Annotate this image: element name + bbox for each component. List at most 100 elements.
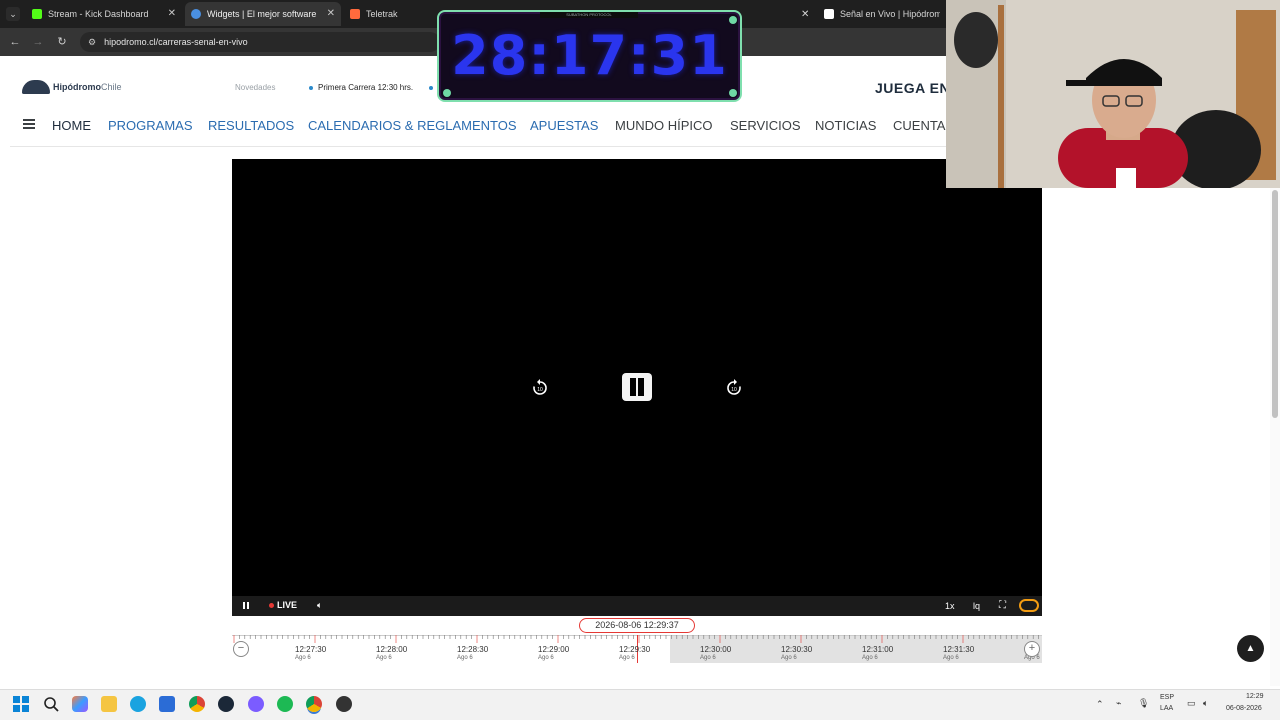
timeline-date-label: Ago 6 [457, 655, 473, 661]
tab-kick-dashboard[interactable]: Stream - Kick Dashboard ✕ [26, 2, 182, 26]
nav-noticias[interactable]: NOTICIAS [815, 118, 876, 133]
speaker-icon[interactable]: 🔈︎ [1203, 698, 1208, 709]
close-icon[interactable]: ✕ [168, 8, 176, 19]
nav-label: HOME [52, 118, 91, 133]
webcam-overlay [946, 0, 1280, 188]
microphone-icon[interactable]: 🎙︎ [1138, 698, 1149, 709]
nav-label: CALENDARIOS & REGLAMENTOS [308, 118, 517, 133]
nav-label: NOTICIAS [815, 118, 877, 133]
clock-date[interactable]: 06-08-2026 [1226, 705, 1262, 712]
tab-widgets[interactable]: Widgets | El mejor software pa ✕ [185, 2, 341, 26]
nav-calendarios[interactable]: CALENDARIOS & REGLAMENTOS [308, 118, 517, 133]
tab-label: Widgets | El mejor software pa [207, 9, 317, 19]
tab-close-partial[interactable]: ✕ [795, 2, 811, 26]
nav-servicios[interactable]: SERVICIOS [730, 118, 801, 133]
timeline-date-label: Ago 6 [538, 655, 554, 661]
back-arrow-icon[interactable]: ← [8, 35, 22, 49]
scrollbar-thumb[interactable] [1272, 190, 1278, 418]
nav-apuestas[interactable]: APUESTAS [530, 118, 598, 133]
nav-mundo-hipico[interactable]: MUNDO HÍPICO [615, 118, 713, 133]
language-bottom[interactable]: LAA [1160, 705, 1173, 712]
steam-icon[interactable] [218, 696, 234, 712]
chrome-active-icon[interactable] [306, 696, 322, 712]
nav-home[interactable]: HOME [52, 118, 91, 133]
widgets-icon [191, 9, 201, 19]
language-top[interactable]: ESP [1160, 694, 1174, 701]
display-icon[interactable]: ▭ [1187, 698, 1196, 709]
tab-label: Señal en Vivo | Hipódromo Ch [840, 9, 940, 19]
news-ticker-item[interactable]: Primera Carrera 12:30 hrs. [309, 83, 413, 92]
nav-cuenta[interactable]: CUENTA [893, 118, 946, 133]
timeline-time-label: 12:31:00 [862, 645, 894, 654]
obs-icon[interactable] [336, 696, 352, 712]
discord-icon[interactable] [248, 696, 264, 712]
timeline-zoom-in-button[interactable]: + [1024, 641, 1040, 657]
timeline-date-label: Ago 6 [295, 655, 311, 661]
timeline-time-label: 12:30:30 [781, 645, 813, 654]
copilot-icon[interactable] [72, 696, 88, 712]
search-icon[interactable] [43, 696, 59, 712]
nav-label: PROGRAMAS [108, 118, 193, 133]
teletrak-icon [350, 9, 360, 19]
timeline-time-label: 12:29:30 [619, 645, 651, 654]
gem-icon [443, 89, 451, 97]
timeline-date-label: Ago 6 [619, 655, 635, 661]
logo-mark-icon [22, 80, 50, 94]
scroll-to-top-button[interactable]: ▲ [1237, 635, 1264, 662]
file-explorer-icon[interactable] [101, 696, 117, 712]
nav-programas[interactable]: PROGRAMAS [108, 118, 193, 133]
pause-icon[interactable] [241, 600, 251, 612]
fullscreen-icon[interactable]: ⛶ [999, 600, 1006, 611]
bullet-icon [429, 85, 433, 90]
close-icon[interactable]: ✕ [801, 9, 809, 20]
clock-time[interactable]: 12:29 [1246, 693, 1264, 700]
reload-icon[interactable]: ↻ [55, 35, 69, 49]
kick-icon [32, 9, 42, 19]
live-dot-icon [269, 602, 274, 608]
nav-label: MUNDO HÍPICO [615, 118, 713, 133]
site-info-icon[interactable]: ⚙ [88, 37, 96, 48]
live-label: LIVE [277, 600, 298, 610]
network-icon[interactable]: ⌁ [1116, 698, 1121, 709]
bullet-icon [309, 85, 313, 90]
rewind-10-icon[interactable]: 10 [530, 378, 550, 398]
tray-chevron-icon[interactable]: ⌃ [1096, 699, 1104, 710]
nav-label: APUESTAS [530, 118, 599, 133]
cta-heading[interactable]: JUEGA EN [875, 80, 950, 96]
gem-icon [729, 89, 737, 97]
chrome-icon[interactable] [189, 696, 205, 712]
spotify-icon[interactable] [277, 696, 293, 712]
url-text[interactable]: hipodromo.cl/carreras-senal-en-vivo [104, 37, 248, 47]
close-icon[interactable]: ✕ [327, 8, 335, 19]
site-logo[interactable]: Hipódromo Chile [22, 80, 122, 94]
forward-10-icon[interactable]: 10 [724, 378, 744, 398]
url-field[interactable]: ⚙ hipodromo.cl/carreras-senal-en-vivo [80, 32, 440, 52]
tab-search-icon[interactable]: ⌄ [6, 7, 20, 21]
tab-teletrak[interactable]: Teletrak [344, 2, 434, 26]
page-icon [824, 9, 834, 19]
windows-start-icon[interactable] [13, 696, 29, 712]
nav-resultados[interactable]: RESULTADOS [208, 118, 294, 133]
playback-speed-button[interactable]: 1x [945, 601, 955, 611]
live-indicator[interactable]: LIVE [269, 600, 297, 610]
edge-icon[interactable] [130, 696, 146, 712]
volume-icon[interactable]: 🔈︎ [317, 600, 322, 611]
svg-text:10: 10 [537, 387, 543, 393]
logo-text-bold: Hipódromo [53, 82, 101, 92]
timer-header: SUBATHON PROTOCOL [540, 12, 638, 18]
tab-label: Teletrak [366, 9, 398, 19]
timeline-date-label: Ago 6 [376, 655, 392, 661]
forward-arrow-icon[interactable]: → [31, 35, 45, 49]
timeline-time-label: 12:29:00 [538, 645, 570, 654]
nav-label: CUENTA [893, 118, 946, 133]
timeline-timestamp: 2026-08-06 12:29:37 [579, 618, 695, 633]
pause-button[interactable] [622, 373, 652, 401]
timeline-zoom-out-button[interactable]: − [233, 641, 249, 657]
timeline-time-label: 12:30:00 [700, 645, 732, 654]
hamburger-menu-icon[interactable] [23, 119, 35, 129]
store-icon[interactable] [159, 696, 175, 712]
player-brand-icon[interactable] [1019, 599, 1039, 612]
timeline-time-label: 12:31:30 [943, 645, 975, 654]
tab-senal-en-vivo[interactable]: Señal en Vivo | Hipódromo Ch [818, 2, 946, 26]
quality-button[interactable]: lq [973, 601, 980, 611]
